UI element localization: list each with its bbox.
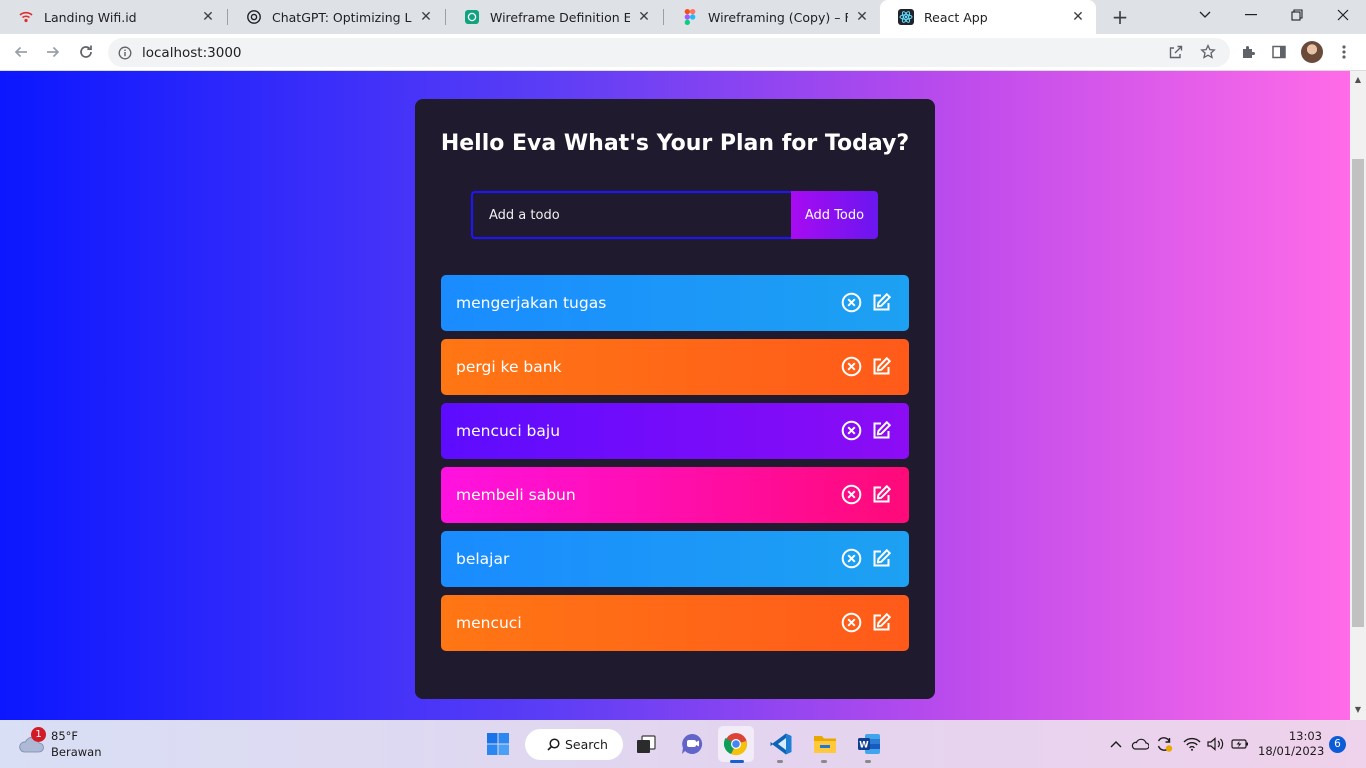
- system-clock[interactable]: 13:03 18/01/2023: [1258, 729, 1325, 759]
- page-scrollbar[interactable]: ▲ ▼: [1350, 71, 1366, 720]
- wifi-icon: [18, 9, 34, 25]
- close-tab-icon[interactable]: ✕: [418, 9, 434, 25]
- tab-react-app[interactable]: React App ✕: [880, 0, 1096, 34]
- close-tab-icon[interactable]: ✕: [636, 9, 652, 25]
- close-tab-icon[interactable]: ✕: [854, 9, 870, 25]
- reload-icon[interactable]: [74, 40, 98, 64]
- search-icon: [547, 738, 560, 751]
- scroll-up-arrow-icon[interactable]: ▲: [1353, 75, 1363, 85]
- tab-landing-wifi[interactable]: Landing Wifi.id ✕: [0, 0, 226, 34]
- kebab-menu-icon[interactable]: [1332, 40, 1356, 64]
- chevron-down-icon[interactable]: [1182, 0, 1228, 30]
- todo-item: mencuci baju: [441, 403, 909, 459]
- tab-title: Wireframing (Copy) – Figma: [708, 9, 848, 25]
- share-icon[interactable]: [1164, 40, 1188, 64]
- weather-alert-badge: 1: [31, 727, 46, 742]
- search-label: Search: [565, 737, 608, 752]
- edit-icon[interactable]: [871, 548, 892, 569]
- edit-icon[interactable]: [871, 612, 892, 633]
- clock-time: 13:03: [1288, 729, 1322, 743]
- sync-icon[interactable]: [1154, 734, 1174, 754]
- weather-widget[interactable]: 1 85°F Berawan: [16, 727, 116, 763]
- teams-chat-icon[interactable]: [674, 726, 710, 762]
- tab-wireframe-definition[interactable]: Wireframe Definition Explaine ✕: [446, 0, 662, 34]
- explorer-running-indicator: [821, 760, 827, 763]
- todo-list: mengerjakan tugas pergi ke bank mencuci …: [441, 275, 909, 659]
- bookmark-star-icon[interactable]: [1196, 40, 1220, 64]
- wifi-icon[interactable]: [1182, 734, 1202, 754]
- volume-icon[interactable]: [1206, 734, 1226, 754]
- figma-icon: [682, 9, 698, 25]
- edit-icon[interactable]: [871, 420, 892, 441]
- tab-title: ChatGPT: Optimizing Langua: [272, 9, 412, 25]
- extensions-icon[interactable]: [1236, 40, 1260, 64]
- openai-icon: [464, 9, 480, 25]
- tab-figma[interactable]: Wireframing (Copy) – Figma ✕: [664, 0, 880, 34]
- new-tab-icon[interactable]: +: [1108, 5, 1132, 29]
- tab-title: React App: [924, 9, 988, 25]
- url-text: localhost:3000: [142, 44, 242, 61]
- svg-text:W: W: [859, 741, 869, 751]
- taskbar-search[interactable]: Search: [525, 729, 623, 760]
- delete-circle-x-icon[interactable]: [841, 420, 862, 441]
- edit-icon[interactable]: [871, 292, 892, 313]
- chevron-up-icon[interactable]: [1106, 734, 1126, 754]
- windows-taskbar: 1 85°F Berawan Search W 13:03 18/01/2023…: [0, 720, 1366, 768]
- weather-condition: Berawan: [51, 745, 102, 759]
- restore-icon[interactable]: [1274, 0, 1320, 30]
- forward-icon[interactable]: [41, 40, 65, 64]
- todo-app-card: Hello Eva What's Your Plan for Today? Ad…: [415, 99, 935, 699]
- word-running-indicator: [865, 760, 871, 763]
- clock-date: 18/01/2023: [1258, 744, 1325, 758]
- vscode-running-indicator: [777, 760, 783, 763]
- windows-start-icon[interactable]: [480, 726, 516, 762]
- scrollbar-thumb[interactable]: [1352, 159, 1364, 627]
- scroll-down-arrow-icon[interactable]: ▼: [1353, 705, 1363, 715]
- openai-icon: [246, 9, 262, 25]
- side-panel-icon[interactable]: [1267, 40, 1291, 64]
- tab-chatgpt[interactable]: ChatGPT: Optimizing Langua ✕: [228, 0, 444, 34]
- delete-circle-x-icon[interactable]: [841, 292, 862, 313]
- address-bar[interactable]: localhost:3000: [108, 38, 1230, 67]
- close-tab-icon[interactable]: ✕: [200, 9, 216, 25]
- delete-circle-x-icon[interactable]: [841, 356, 862, 377]
- word-icon[interactable]: W: [851, 726, 887, 762]
- add-todo-button[interactable]: Add Todo: [791, 191, 878, 239]
- delete-circle-x-icon[interactable]: [841, 484, 862, 505]
- chrome-icon[interactable]: [718, 726, 754, 762]
- weather-temperature: 85°F: [51, 729, 78, 743]
- page-viewport: Hello Eva What's Your Plan for Today? Ad…: [0, 71, 1350, 720]
- vscode-icon[interactable]: [763, 726, 799, 762]
- todo-input[interactable]: [471, 191, 791, 239]
- tab-strip: Landing Wifi.id ✕ ChatGPT: Optimizing La…: [0, 0, 1366, 34]
- todo-item: membeli sabun: [441, 467, 909, 523]
- todo-item: belajar: [441, 531, 909, 587]
- tab-title: Landing Wifi.id: [44, 9, 137, 25]
- todo-item: mengerjakan tugas: [441, 275, 909, 331]
- task-view-icon[interactable]: [628, 726, 664, 762]
- react-icon: [898, 9, 914, 25]
- close-window-icon[interactable]: [1320, 0, 1366, 30]
- chrome-running-indicator: [730, 760, 744, 763]
- notification-count-badge[interactable]: 6: [1329, 736, 1346, 753]
- battery-charging-icon[interactable]: [1230, 734, 1250, 754]
- onedrive-cloud-icon[interactable]: [1130, 734, 1150, 754]
- delete-circle-x-icon[interactable]: [841, 612, 862, 633]
- profile-avatar[interactable]: [1301, 41, 1323, 63]
- minimize-icon[interactable]: [1228, 0, 1274, 30]
- tab-title: Wireframe Definition Explaine: [490, 9, 630, 25]
- browser-toolbar: localhost:3000: [0, 34, 1366, 71]
- edit-icon[interactable]: [871, 484, 892, 505]
- edit-icon[interactable]: [871, 356, 892, 377]
- todo-item: mencuci: [441, 595, 909, 651]
- close-tab-icon[interactable]: ✕: [1070, 9, 1086, 25]
- back-icon[interactable]: [9, 40, 33, 64]
- site-info-icon[interactable]: [118, 46, 132, 60]
- todo-form: Add Todo: [471, 191, 878, 239]
- delete-circle-x-icon[interactable]: [841, 548, 862, 569]
- file-explorer-icon[interactable]: [807, 726, 843, 762]
- todo-item: pergi ke bank: [441, 339, 909, 395]
- page-title: Hello Eva What's Your Plan for Today?: [440, 131, 910, 156]
